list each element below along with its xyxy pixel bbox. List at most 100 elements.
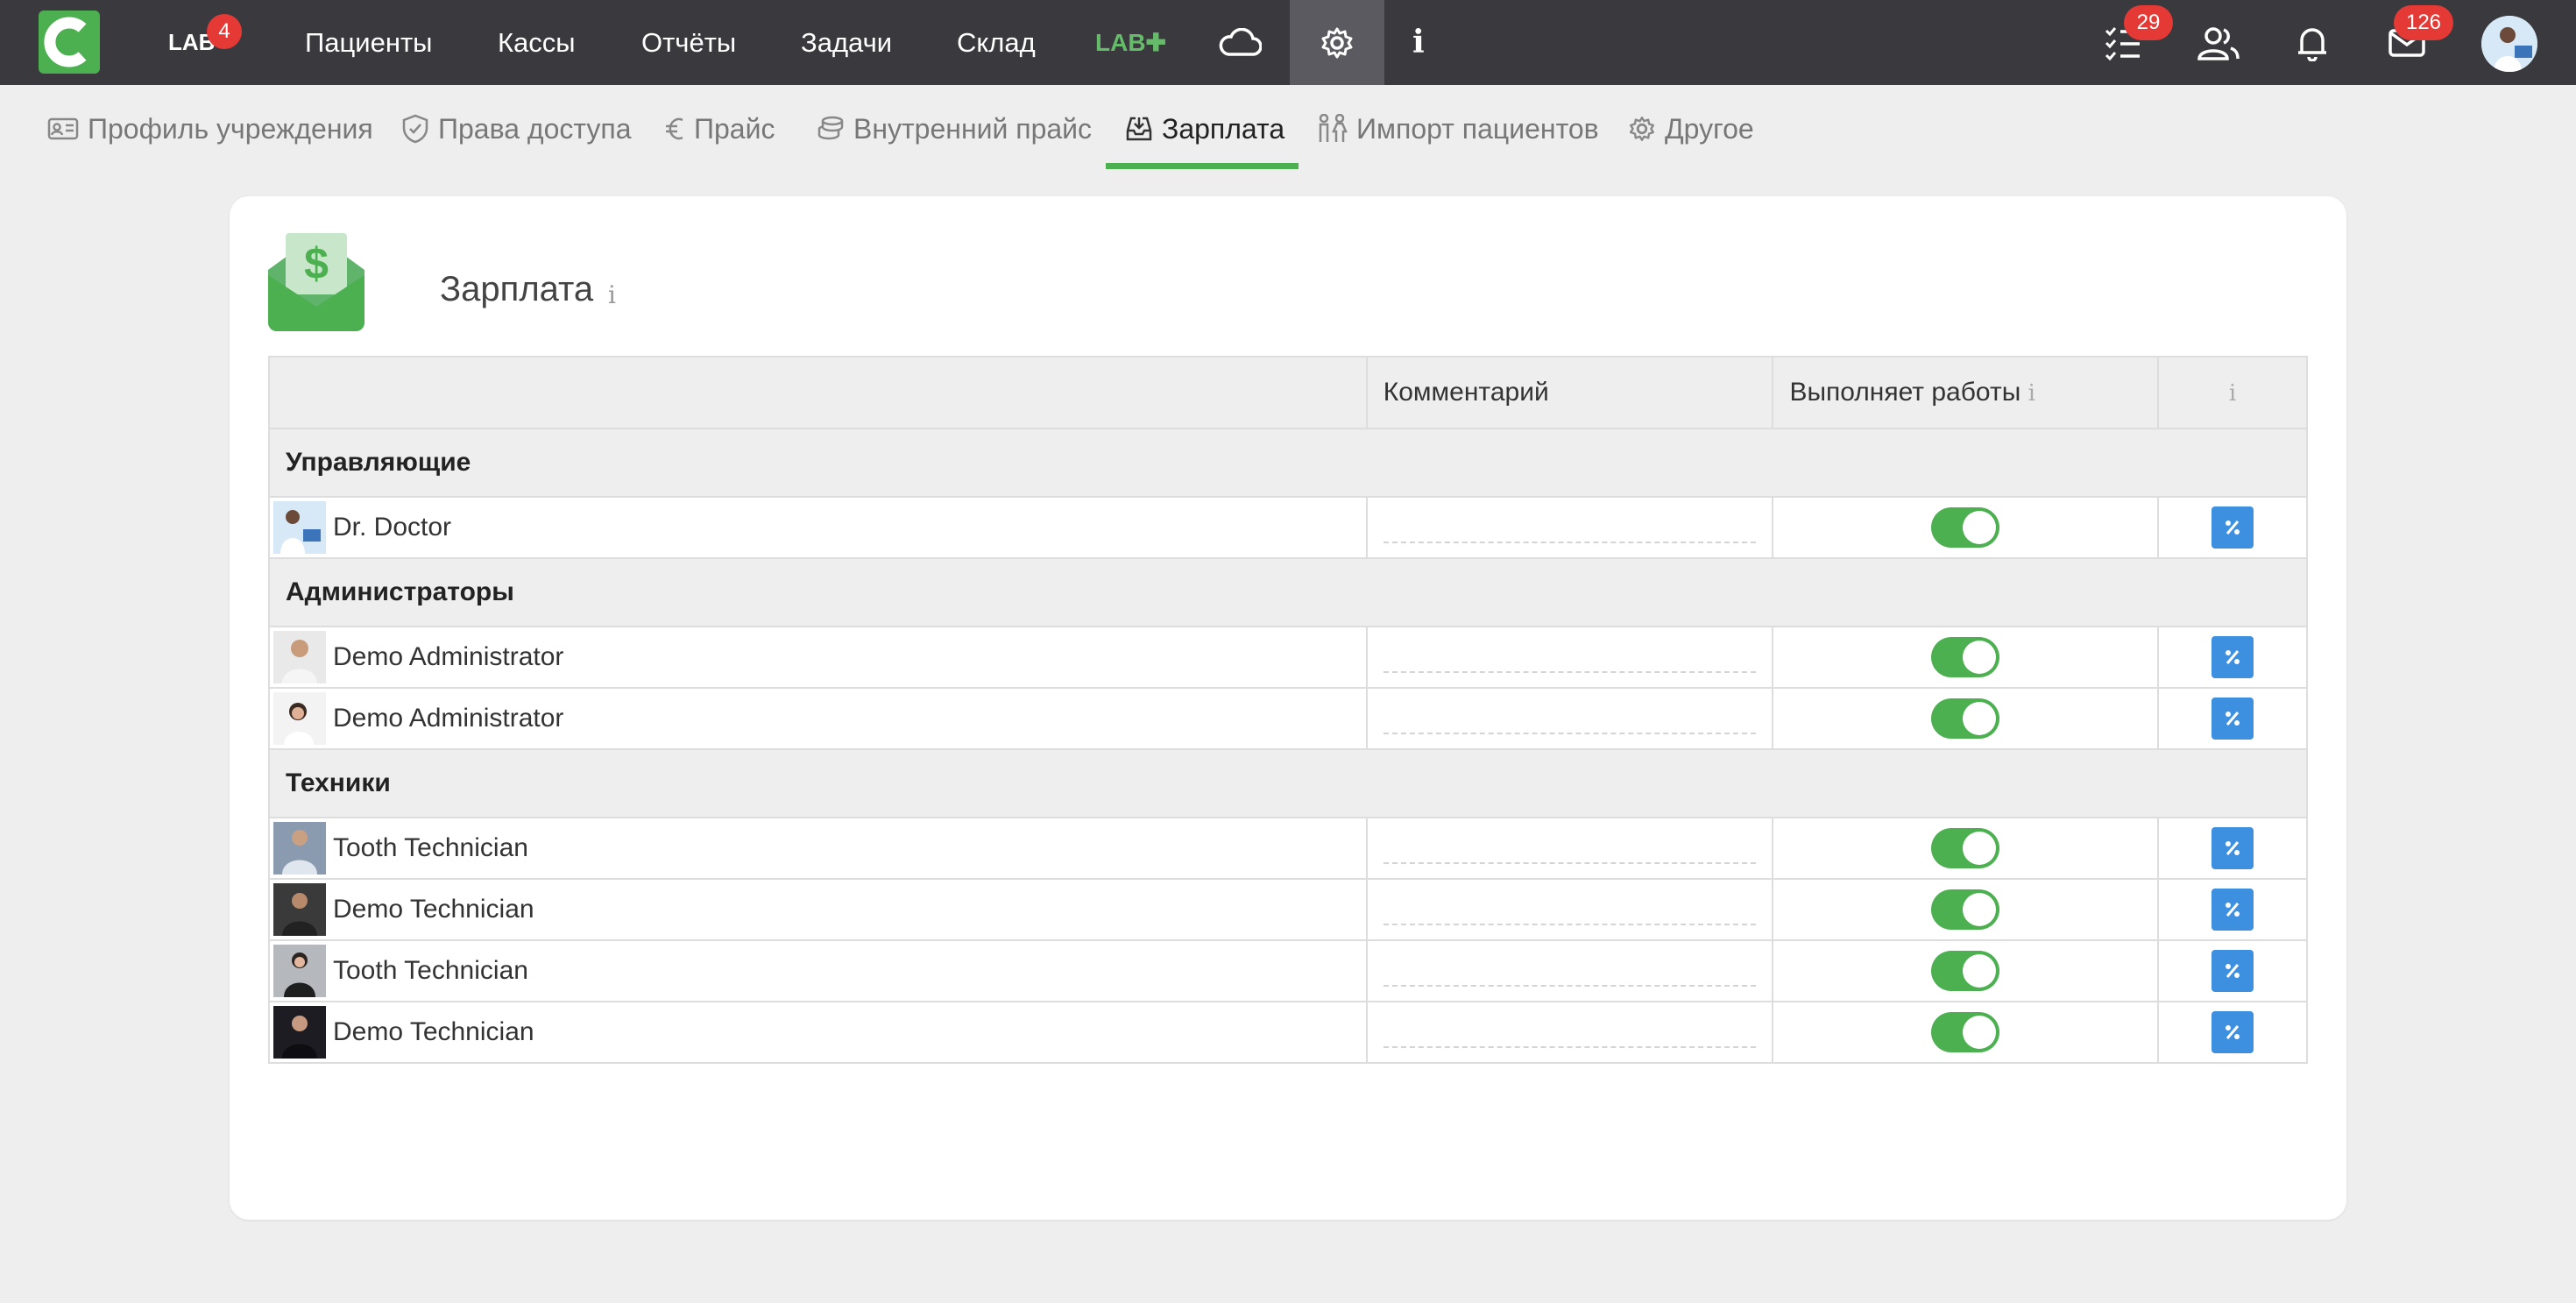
action-info-icon[interactable]: i xyxy=(2229,380,2236,407)
employee-cell: Tooth Technician xyxy=(268,817,1368,880)
works-cell xyxy=(1772,817,2160,880)
works-cell xyxy=(1772,626,2160,689)
comment-cell xyxy=(1365,626,1774,689)
nav-lab[interactable]: LAB xyxy=(168,0,215,85)
percent-icon xyxy=(2226,1025,2240,1039)
employee-name: Tooth Technician xyxy=(333,833,528,862)
toggle-knob xyxy=(1963,511,1997,544)
performs-work-toggle[interactable] xyxy=(1931,828,2000,868)
performs-work-toggle[interactable] xyxy=(1931,889,2000,930)
comment-input[interactable] xyxy=(1383,512,1757,543)
comment-input[interactable] xyxy=(1383,894,1757,925)
comment-cell xyxy=(1365,878,1774,941)
performs-work-toggle[interactable] xyxy=(1931,1012,2000,1052)
table-row: Tooth Technician xyxy=(268,817,2308,880)
nav-patients[interactable]: Пациенты xyxy=(305,0,432,85)
tab-label: Права доступа xyxy=(438,112,632,145)
employee-name: Demo Administrator xyxy=(333,642,564,671)
percent-settings-button[interactable] xyxy=(2212,636,2254,678)
table-row: Tooth Technician xyxy=(268,939,2308,1002)
tab-institution-profile[interactable]: Профиль учреждения xyxy=(47,85,373,173)
tab-label: Другое xyxy=(1665,112,1754,145)
group-name: Управляющие xyxy=(268,428,2308,498)
comment-input[interactable] xyxy=(1383,955,1757,987)
nav-lab-plus[interactable]: LAB✚ xyxy=(1095,0,1166,85)
works-info-icon[interactable]: i xyxy=(2028,380,2035,407)
comment-input[interactable] xyxy=(1383,1016,1757,1048)
tab-access-rights[interactable]: Права доступа xyxy=(401,85,632,173)
tab-internal-price[interactable]: Внутренний прайс xyxy=(817,85,1092,173)
comment-cell xyxy=(1365,496,1774,559)
group-row: Администраторы xyxy=(268,557,2308,627)
performs-work-toggle[interactable] xyxy=(1931,698,2000,739)
percent-icon xyxy=(2226,964,2240,978)
title-info-icon[interactable]: i xyxy=(608,280,616,309)
tab-patient-import[interactable]: Импорт пациентов xyxy=(1316,85,1599,173)
toggle-knob xyxy=(1963,1016,1997,1049)
tab-price[interactable]: Прайс xyxy=(664,85,775,173)
people-icon xyxy=(1319,114,1348,142)
action-cell xyxy=(2157,1001,2308,1064)
coins-icon xyxy=(817,116,844,140)
employee-name: Tooth Technician xyxy=(333,956,528,985)
nav-warehouse[interactable]: Склад xyxy=(957,0,1036,85)
table-row: Demo Technician xyxy=(268,1001,2308,1064)
employee-photo xyxy=(273,1006,326,1059)
action-cell xyxy=(2157,878,2308,941)
percent-settings-button[interactable] xyxy=(2212,698,2254,740)
salary-envelope-icon: $ xyxy=(268,226,364,331)
table-row: Demo Administrator xyxy=(268,687,2308,750)
comment-input[interactable] xyxy=(1383,832,1757,864)
percent-icon xyxy=(2226,712,2240,726)
nav-reports[interactable]: Отчёты xyxy=(641,0,736,85)
table-header-row: Комментарий Выполняет работы i i xyxy=(268,356,2308,429)
column-works-label: Выполняет работы xyxy=(1789,378,2021,407)
comment-input[interactable] xyxy=(1383,641,1757,673)
percent-settings-button[interactable] xyxy=(2212,1011,2254,1053)
percent-settings-button[interactable] xyxy=(2212,827,2254,869)
group-row: Управляющие xyxy=(268,428,2308,498)
comment-cell xyxy=(1365,817,1774,880)
tab-salary[interactable]: Зарплата xyxy=(1125,85,1284,173)
performs-work-toggle[interactable] xyxy=(1931,507,2000,548)
employee-photo xyxy=(273,692,326,745)
nav-tasks[interactable]: Задачи xyxy=(801,0,892,85)
percent-settings-button[interactable] xyxy=(2212,950,2254,992)
id-card-icon xyxy=(47,117,79,140)
tab-other[interactable]: Другое xyxy=(1628,85,1754,173)
percent-icon xyxy=(2226,841,2240,855)
works-cell xyxy=(1772,496,2160,559)
employee-photo xyxy=(273,631,326,683)
percent-settings-button[interactable] xyxy=(2212,506,2254,549)
euro-icon xyxy=(666,117,683,140)
salary-table: Комментарий Выполняет работы i i Управля… xyxy=(268,356,2308,1064)
percent-icon xyxy=(2226,650,2240,664)
info-button[interactable]: i xyxy=(1412,0,1425,85)
user-avatar[interactable] xyxy=(2481,16,2537,72)
toggle-knob xyxy=(1963,832,1997,865)
performs-work-toggle[interactable] xyxy=(1931,637,2000,677)
employee-photo xyxy=(273,883,326,936)
tab-label: Внутренний прайс xyxy=(853,112,1093,145)
settings-gear-icon[interactable] xyxy=(1290,0,1384,85)
employee-cell: Dr. Doctor xyxy=(268,496,1368,559)
works-cell xyxy=(1772,939,2160,1002)
employee-cell: Demo Technician xyxy=(268,1001,1368,1064)
tab-label: Зарплата xyxy=(1162,112,1285,145)
percent-settings-button[interactable] xyxy=(2212,889,2254,931)
nav-cashboxes[interactable]: Кассы xyxy=(498,0,576,85)
settings-subnav: Профиль учреждения Права доступа Прайс В… xyxy=(0,85,2576,173)
table-row: Demo Technician xyxy=(268,878,2308,941)
comment-input[interactable] xyxy=(1383,703,1757,734)
app-logo[interactable] xyxy=(39,11,100,74)
svg-text:$: $ xyxy=(304,239,329,288)
table-body: Управляющие Dr. Doctor Администраторы Demo … xyxy=(268,428,2308,1064)
group-name: Техники xyxy=(268,748,2308,818)
action-cell xyxy=(2157,687,2308,750)
users-icon[interactable] xyxy=(2178,0,2257,85)
column-name-header xyxy=(268,356,1368,429)
cloud-icon[interactable] xyxy=(1200,0,1279,85)
employee-cell: Demo Technician xyxy=(268,878,1368,941)
notifications-bell-icon[interactable] xyxy=(2273,0,2352,85)
performs-work-toggle[interactable] xyxy=(1931,951,2000,991)
